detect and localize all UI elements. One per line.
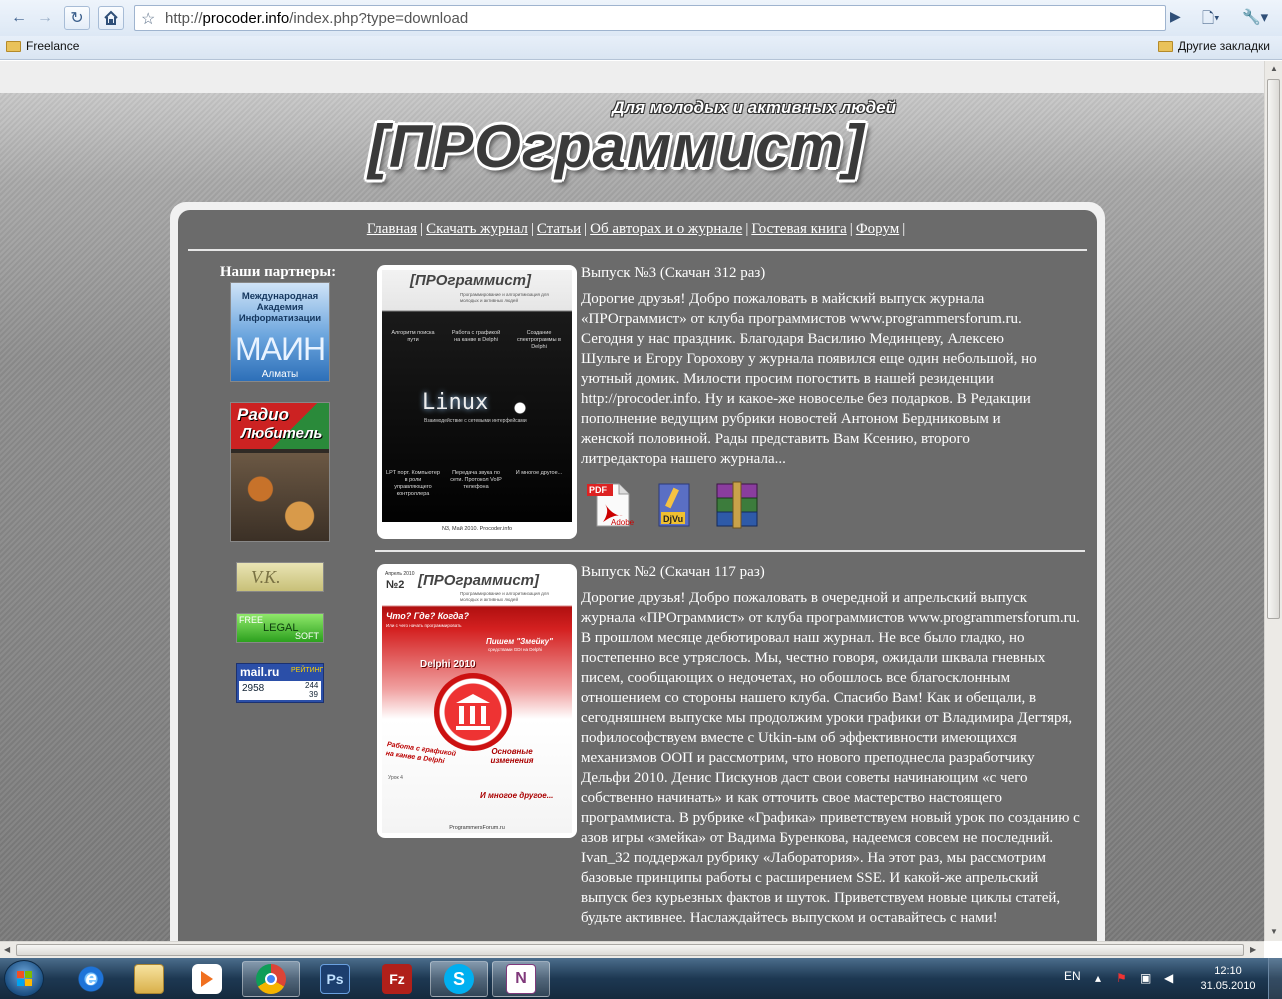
- reload-button[interactable]: ↻: [64, 6, 90, 30]
- media-player-icon: [192, 964, 222, 994]
- onenote-icon: N: [506, 964, 536, 994]
- menu-link-download[interactable]: Скачать журнал: [426, 221, 528, 237]
- taskbar-explorer[interactable]: [120, 961, 178, 997]
- taskbar-ie[interactable]: e: [62, 961, 120, 997]
- browser-toolbar: ← → ↻ ☆ http://procoder.info/index.php?t…: [0, 0, 1282, 36]
- url-text[interactable]: http://procoder.info/index.php?type=down…: [165, 10, 468, 27]
- taskbar-media-player[interactable]: [178, 961, 236, 997]
- partner-banner-main[interactable]: Международная Академия Информатизации МА…: [230, 282, 330, 382]
- taskbar-photoshop[interactable]: Ps: [306, 961, 364, 997]
- issue-divider: [375, 550, 1085, 552]
- taskbar-skype[interactable]: S: [430, 961, 488, 997]
- download-pdf-button[interactable]: PDF Adobe: [585, 480, 635, 530]
- download-djvu-button[interactable]: DjVu: [655, 482, 699, 530]
- horizontal-scrollbar[interactable]: ◀ ▶: [0, 941, 1264, 958]
- forward-button[interactable]: →: [32, 6, 58, 30]
- tray-flag-icon[interactable]: ⚑: [1116, 971, 1127, 985]
- tray-expand-icon[interactable]: ▴: [1095, 971, 1101, 985]
- ie-icon: e: [76, 964, 106, 994]
- taskbar-onenote[interactable]: N: [492, 961, 550, 997]
- partners-title: Наши партнеры:: [219, 264, 337, 280]
- site-logo[interactable]: Для молодых и активных людей [ПРОграммис…: [366, 98, 902, 192]
- menu-link-forum[interactable]: Форум: [856, 221, 899, 237]
- show-desktop-button[interactable]: [1268, 958, 1282, 999]
- menu-link-guestbook[interactable]: Гостевая книга: [751, 221, 846, 237]
- scroll-up-icon[interactable]: ▲: [1270, 64, 1278, 73]
- bookmark-star-icon[interactable]: ☆: [141, 9, 155, 29]
- partner-main-big-text: МАИН: [234, 331, 326, 367]
- winrar-icon: [716, 481, 758, 529]
- issue-3-cover[interactable]: [ПРОграммист] Программирование и алгорит…: [377, 265, 577, 539]
- issue-2-title[interactable]: Выпуск №2 (Скачан 117 раз): [581, 564, 765, 581]
- partner-banner-mailru-rating[interactable]: mail.ru РЕЙТИНГ 2958 244 39: [236, 663, 324, 703]
- explorer-icon: [134, 964, 164, 994]
- tux-icon: [512, 395, 528, 415]
- reload-icon: ↻: [70, 10, 84, 27]
- photoshop-icon: Ps: [320, 964, 350, 994]
- folder-icon: [6, 40, 21, 52]
- menu-link-about[interactable]: Об авторах и о журнале: [590, 221, 742, 237]
- page-viewport: Для молодых и активных людей [ПРОграммис…: [0, 61, 1264, 941]
- content-area: Главная | Скачать журнал | Статьи | Об авторах…: [178, 210, 1097, 941]
- other-bookmarks[interactable]: Другие закладки: [1158, 39, 1270, 53]
- bookmark-folder-freelance[interactable]: Freelance: [6, 39, 79, 53]
- scroll-down-icon[interactable]: ▼: [1270, 927, 1278, 936]
- site-logo-text: [ПРОграммист]: [368, 113, 865, 180]
- network-icon[interactable]: ▣: [1140, 971, 1151, 985]
- back-button[interactable]: ←: [6, 6, 32, 30]
- home-icon: [104, 10, 118, 25]
- scroll-left-icon[interactable]: ◀: [4, 945, 10, 954]
- language-indicator[interactable]: EN: [1064, 969, 1081, 983]
- taskbar-chrome[interactable]: [242, 961, 300, 997]
- scroll-right-icon[interactable]: ▶: [1250, 945, 1256, 954]
- menu-link-home[interactable]: Главная: [367, 221, 417, 237]
- home-button[interactable]: [98, 6, 124, 30]
- volume-icon[interactable]: ◀: [1164, 971, 1173, 985]
- main-menu: Главная | Скачать журнал | Статьи | Об авторах…: [366, 221, 906, 237]
- download-rar-button[interactable]: [711, 480, 767, 532]
- forward-arrow-icon: →: [37, 9, 53, 26]
- page-menu-icon[interactable]: 🗋▾: [1202, 8, 1220, 33]
- vertical-scrollbar[interactable]: ▲ ▼: [1264, 61, 1282, 941]
- back-arrow-icon: ←: [11, 9, 27, 26]
- taskbar-filezilla[interactable]: Fz: [368, 961, 426, 997]
- skype-icon: S: [444, 964, 474, 994]
- issue-3-text: Дорогие друзья! Добро пожаловать в майск…: [581, 291, 1037, 467]
- system-clock[interactable]: 12:10 31.05.2010: [1200, 964, 1256, 994]
- partner-banner-vk[interactable]: V.K.: [236, 562, 324, 592]
- issue-3-title[interactable]: Выпуск №3 (Скачан 312 раз): [581, 265, 765, 282]
- temple-icon: [456, 694, 490, 730]
- issue-2-text: Дорогие друзья! Добро пожаловать в очере…: [581, 590, 1080, 926]
- horizontal-scroll-thumb[interactable]: [16, 944, 1244, 956]
- partner-banner-free-legal-soft[interactable]: FREE LEGAL SOFT: [236, 613, 324, 643]
- taskbar: e Ps Fz S N EN ▴ ⚑ ▣ ◀ 12:10 31.05.2010: [0, 958, 1282, 999]
- address-bar[interactable]: ☆ http://procoder.info/index.php?type=do…: [134, 5, 1166, 31]
- bookmarks-bar: Freelance Другие закладки: [0, 36, 1282, 60]
- go-icon[interactable]: ▶: [1170, 8, 1181, 25]
- start-button[interactable]: [4, 960, 44, 997]
- chrome-icon: [256, 964, 286, 994]
- windows-logo-icon: [17, 971, 33, 987]
- cover-linux-title: Linux: [422, 390, 489, 415]
- partner-banner-radio[interactable]: Радио Любитель: [230, 402, 330, 542]
- issue-2-cover[interactable]: Апрель 2010 №2 [ПРОграммист] Программиро…: [377, 564, 577, 838]
- menu-link-articles[interactable]: Статьи: [537, 221, 581, 237]
- content-frame: Главная | Скачать журнал | Статьи | Об авторах…: [170, 202, 1105, 941]
- filezilla-icon: Fz: [382, 964, 412, 994]
- wrench-icon[interactable]: 🔧▾: [1242, 8, 1268, 26]
- menu-divider: [188, 249, 1087, 251]
- vertical-scroll-thumb[interactable]: [1267, 79, 1280, 619]
- page-top-strip: [0, 61, 1264, 93]
- folder-icon: [1158, 40, 1173, 52]
